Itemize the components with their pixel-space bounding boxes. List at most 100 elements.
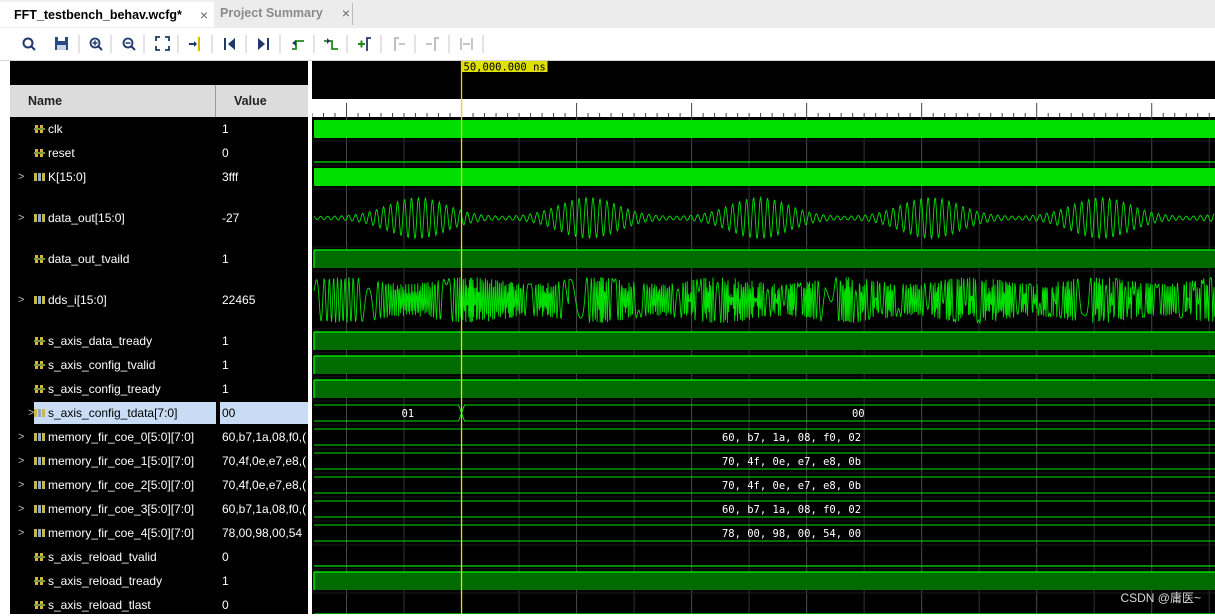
signal-row-name[interactable]: > memory_fir_coe_0[5:0][7:0] bbox=[10, 426, 216, 448]
signal-name: memory_fir_coe_2[5:0][7:0] bbox=[48, 478, 195, 492]
signal-value[interactable]: 1 bbox=[222, 118, 308, 140]
bus-icon bbox=[34, 505, 45, 513]
signal-row-name[interactable]: s_axis_data_tready bbox=[10, 330, 216, 352]
signal-value[interactable]: 1 bbox=[222, 354, 308, 376]
signal-value[interactable]: 3fff bbox=[222, 166, 308, 188]
tab-label: Project Summary bbox=[220, 6, 323, 20]
time-tick-label: 49,000 ns bbox=[349, 103, 409, 116]
signal-row-name[interactable]: s_axis_reload_tlast bbox=[10, 594, 216, 616]
signal-value[interactable]: 1 bbox=[222, 248, 308, 270]
bus-segment bbox=[461, 404, 1215, 422]
signal-row-name[interactable]: s_axis_reload_tready bbox=[10, 570, 216, 592]
signal-value[interactable]: 0 bbox=[222, 594, 308, 616]
expand-chevron-icon[interactable]: > bbox=[18, 166, 24, 188]
clock-waveform bbox=[314, 120, 1215, 138]
tab-waveform-config[interactable]: FFT_testbench_behav.wcfg* × bbox=[0, 0, 214, 27]
previous-transition-icon[interactable] bbox=[292, 40, 304, 50]
signal-row-name[interactable]: > K[15:0] bbox=[10, 166, 216, 188]
previous-marker-icon[interactable] bbox=[394, 37, 405, 51]
signal-row-name[interactable]: > memory_fir_coe_3[5:0][7:0] bbox=[10, 498, 216, 520]
expand-chevron-icon[interactable]: > bbox=[18, 450, 24, 472]
signal-value[interactable]: 1 bbox=[222, 570, 308, 592]
swap-cursors-icon[interactable] bbox=[460, 38, 473, 50]
time-tick-label: 52,000 ns bbox=[694, 103, 754, 116]
close-icon[interactable]: × bbox=[342, 0, 350, 27]
expand-chevron-icon[interactable]: > bbox=[18, 207, 24, 229]
signal-value[interactable]: -27 bbox=[222, 207, 308, 229]
signal-name: s_axis_config_tready bbox=[48, 382, 161, 396]
signal-row-name[interactable]: > memory_fir_coe_1[5:0][7:0] bbox=[10, 450, 216, 472]
bit-icon bbox=[34, 385, 45, 393]
go-to-end-icon[interactable] bbox=[258, 38, 269, 50]
go-to-start-icon[interactable] bbox=[224, 38, 235, 50]
expand-chevron-icon[interactable]: > bbox=[18, 426, 24, 448]
signal-row-name[interactable]: >s_axis_config_tdata[7:0] bbox=[34, 402, 216, 424]
signal-name: data_out_tvaild bbox=[48, 252, 130, 266]
signal-value[interactable]: 70,4f,0e,e7,e8,( bbox=[222, 450, 308, 472]
signal-row-name[interactable]: data_out_tvaild bbox=[10, 248, 216, 270]
zoom-search-icon[interactable] bbox=[22, 37, 36, 51]
panel-margin bbox=[0, 61, 10, 614]
signal-value[interactable]: 70,4f,0e,e7,e8,( bbox=[222, 474, 308, 496]
value-column-header[interactable]: Value bbox=[216, 85, 308, 117]
signal-high-fill bbox=[314, 250, 1215, 268]
expand-chevron-icon[interactable]: > bbox=[18, 498, 24, 520]
analog-waveform bbox=[313, 195, 1215, 240]
go-to-cursor-icon[interactable] bbox=[189, 37, 200, 51]
signal-value-panel: Value 1 0 3fff -27 1 22465 1 1 1 00 60,b7,1a,08,f0… bbox=[216, 61, 308, 614]
signal-value[interactable]: 0 bbox=[222, 546, 308, 568]
zoom-out-icon[interactable] bbox=[122, 37, 136, 51]
signal-row-name[interactable]: s_axis_reload_tvalid bbox=[10, 546, 216, 568]
expand-chevron-icon[interactable]: > bbox=[18, 474, 24, 496]
time-tick-label: 56,000 ns bbox=[1154, 103, 1214, 116]
signal-value[interactable]: 1 bbox=[222, 378, 308, 400]
name-column-header[interactable]: Name bbox=[10, 85, 216, 117]
signal-row-name[interactable]: reset bbox=[10, 142, 216, 164]
next-transition-icon[interactable] bbox=[324, 38, 338, 50]
bus-value-label: 70, 4f, 0e, e7, e8, 0b bbox=[722, 456, 861, 468]
signal-value[interactable]: 60,b7,1a,08,f0,( bbox=[222, 426, 308, 448]
bus-value-label: 60, b7, 1a, 08, f0, 02 bbox=[722, 504, 861, 516]
zoom-in-icon[interactable] bbox=[89, 37, 103, 51]
signal-name: K[15:0] bbox=[48, 170, 87, 184]
signal-value[interactable]: 1 bbox=[222, 330, 308, 352]
zoom-fit-icon[interactable] bbox=[155, 36, 170, 51]
bit-icon bbox=[34, 125, 45, 133]
waveform-viewer[interactable]: 49,000 ns 50,000 ns 51,000 ns 52,000 ns 53,0… bbox=[312, 61, 1215, 614]
tab-label: FFT_testbench_behav.wcfg* bbox=[14, 8, 182, 22]
bus-value-label: 70, 4f, 0e, e7, e8, 0b bbox=[722, 480, 861, 492]
signal-value[interactable]: 00 bbox=[220, 402, 308, 424]
signal-row-name[interactable]: > data_out[15:0] bbox=[10, 207, 216, 229]
expand-chevron-icon[interactable]: > bbox=[18, 289, 24, 311]
signal-row-name[interactable]: clk bbox=[10, 118, 216, 140]
time-tick-label: 51,000 ns bbox=[579, 103, 639, 116]
signal-value[interactable]: 78,00,98,00,54 bbox=[222, 522, 308, 544]
signal-name: clk bbox=[48, 122, 63, 136]
bus-value-label: 60, b7, 1a, 08, f0, 02 bbox=[722, 432, 861, 444]
bus-icon bbox=[34, 457, 45, 465]
signal-value[interactable]: 60,b7,1a,08,f0,( bbox=[222, 498, 308, 520]
signal-name-panel: Name clk reset > K[15:0] > data_out[15:0] data… bbox=[10, 61, 216, 614]
bit-icon bbox=[34, 337, 45, 345]
signal-row-name[interactable]: s_axis_config_tvalid bbox=[10, 354, 216, 376]
expand-chevron-icon[interactable]: > bbox=[28, 402, 34, 424]
signal-value[interactable]: 0 bbox=[222, 142, 308, 164]
add-marker-icon[interactable] bbox=[358, 37, 371, 51]
waveform-toolbar bbox=[0, 28, 1215, 61]
expand-chevron-icon[interactable]: > bbox=[18, 522, 24, 544]
signal-high-fill bbox=[314, 380, 1215, 398]
next-marker-icon[interactable] bbox=[426, 37, 439, 51]
signal-row-name[interactable]: s_axis_config_tready bbox=[10, 378, 216, 400]
signal-row-name[interactable]: > memory_fir_coe_4[5:0][7:0] bbox=[10, 522, 216, 544]
signal-name: s_axis_reload_tvalid bbox=[48, 550, 157, 564]
waveform-canvas[interactable]: 49,000 ns 50,000 ns 51,000 ns 52,000 ns 53,0… bbox=[312, 61, 1215, 614]
signal-row-name[interactable]: > dds_i[15:0] bbox=[10, 289, 216, 311]
tab-divider bbox=[352, 3, 353, 25]
signal-value[interactable]: 22465 bbox=[222, 289, 308, 311]
signal-row-name[interactable]: > memory_fir_coe_2[5:0][7:0] bbox=[10, 474, 216, 496]
signal-name: memory_fir_coe_1[5:0][7:0] bbox=[48, 454, 195, 468]
save-icon[interactable] bbox=[55, 37, 68, 50]
toolbar-icons bbox=[22, 35, 484, 53]
tab-project-summary[interactable]: Project Summary × bbox=[206, 0, 354, 27]
bus-value-label: 00 bbox=[852, 408, 865, 420]
